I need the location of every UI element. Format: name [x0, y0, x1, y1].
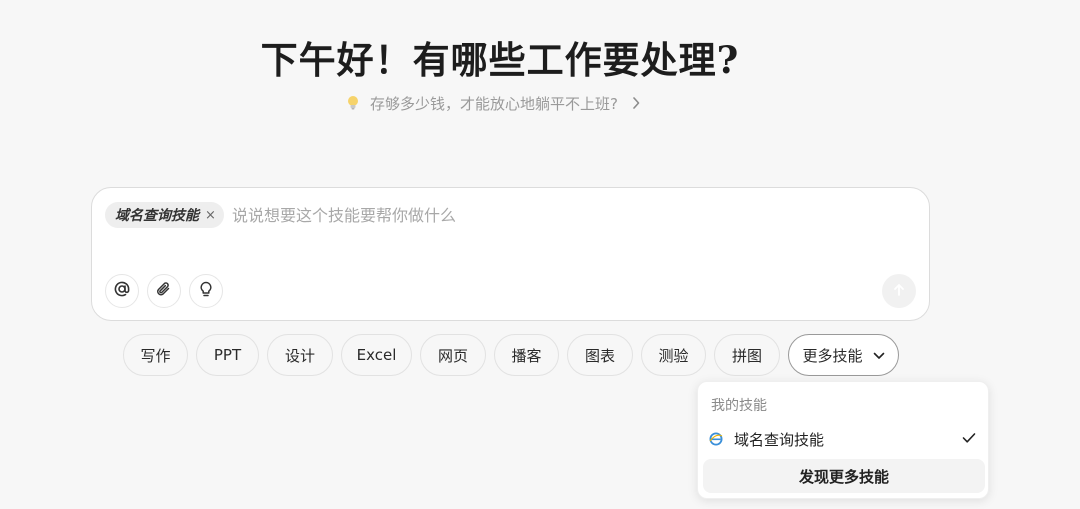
lightbulb-icon	[197, 280, 215, 302]
suggestion-prompt[interactable]: 存够多少钱，才能放心地躺平不上班?	[344, 92, 646, 114]
more-skills-label: 更多技能	[802, 346, 863, 365]
mention-button[interactable]	[105, 274, 139, 308]
arrow-up-icon	[892, 282, 906, 301]
skills-dropdown: 我的技能 域名查询技能 发现更多技能	[697, 381, 989, 499]
greeting-title: 下午好！有哪些工作要处理?	[260, 38, 740, 82]
discover-more-skills-button[interactable]: 发现更多技能	[703, 459, 985, 493]
browser-icon	[708, 431, 724, 447]
chevron-down-icon	[873, 346, 885, 364]
attach-button[interactable]	[147, 274, 181, 308]
suggestion-text: 存够多少钱，才能放心地躺平不上班?	[370, 94, 618, 113]
dropdown-item-domain-lookup[interactable]: 域名查询技能	[708, 424, 980, 454]
chip-chart[interactable]: 图表	[567, 334, 633, 376]
chevron-right-icon	[632, 96, 646, 110]
send-button[interactable]	[882, 274, 916, 308]
at-icon	[113, 280, 131, 302]
chip-quiz[interactable]: 测验	[641, 334, 706, 376]
chip-podcast[interactable]: 播客	[494, 334, 559, 376]
dropdown-item-label: 域名查询技能	[734, 430, 825, 449]
paperclip-icon	[155, 280, 173, 302]
more-skills-button[interactable]: 更多技能	[788, 334, 899, 376]
chip-writing[interactable]: 写作	[123, 334, 188, 376]
dropdown-heading: 我的技能	[711, 398, 767, 414]
idea-button[interactable]	[189, 274, 223, 308]
composer-box: 域名查询技能 ×	[91, 187, 930, 321]
chip-ppt[interactable]: PPT	[196, 334, 259, 376]
checkmark-icon	[962, 430, 976, 448]
skill-chips-row: 写作 PPT 设计 Excel 网页 播客 图表 测验 拼图 更多技能	[0, 334, 1080, 376]
composer-input[interactable]	[232, 201, 832, 229]
remove-skill-button[interactable]: ×	[205, 208, 216, 223]
skill-tag-label: 域名查询技能	[115, 208, 199, 224]
selected-skill-tag: 域名查询技能 ×	[105, 202, 224, 228]
chip-excel[interactable]: Excel	[341, 334, 412, 376]
chip-collage[interactable]: 拼图	[714, 334, 780, 376]
chip-webpage[interactable]: 网页	[420, 334, 486, 376]
chip-design[interactable]: 设计	[267, 334, 333, 376]
lightbulb-icon	[344, 92, 362, 114]
